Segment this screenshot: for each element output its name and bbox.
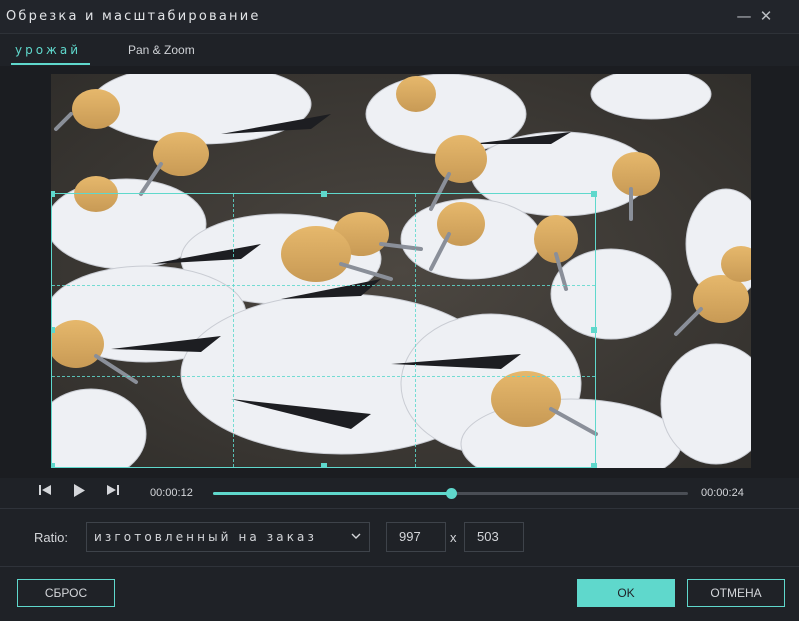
tab-crop[interactable]: урожай: [15, 43, 81, 57]
next-frame-icon[interactable]: [104, 484, 122, 502]
ratio-label: Ratio:: [34, 530, 68, 545]
crop-grid-line: [52, 376, 595, 377]
cancel-button[interactable]: ОТМЕНА: [687, 579, 785, 607]
playback-bar: 00:00:12 00:00:24: [0, 478, 799, 508]
crop-handle-left[interactable]: [51, 327, 55, 333]
prev-frame-icon[interactable]: [36, 484, 54, 502]
crop-handle-right[interactable]: [591, 327, 597, 333]
crop-height-input[interactable]: 503: [464, 522, 524, 552]
reset-button[interactable]: СБРОС: [17, 579, 115, 607]
crop-handle-top[interactable]: [321, 191, 327, 197]
timeline-playhead[interactable]: [445, 488, 457, 499]
ratio-selected-value: изготовленный на заказ: [94, 530, 317, 544]
ok-button[interactable]: OK: [577, 579, 675, 607]
dimension-separator: x: [450, 530, 457, 545]
active-tab-indicator: [11, 63, 90, 65]
ratio-dropdown[interactable]: изготовленный на заказ: [86, 522, 370, 552]
minimize-icon[interactable]: —: [734, 6, 754, 26]
play-icon[interactable]: [70, 484, 88, 502]
crop-grid-line: [415, 194, 416, 467]
timeline-progress: [213, 492, 451, 495]
close-icon[interactable]: ✕: [756, 6, 776, 26]
current-time: 00:00:12: [150, 487, 193, 499]
dialog-footer: [0, 567, 799, 621]
crop-grid-line: [233, 194, 234, 467]
crop-handle-top-left[interactable]: [51, 191, 55, 197]
crop-handle-bottom[interactable]: [321, 463, 327, 468]
crop-handle-top-right[interactable]: [591, 191, 597, 197]
timeline-track[interactable]: [213, 488, 688, 499]
chevron-down-icon: [351, 533, 361, 539]
divider: [0, 508, 799, 509]
tab-pan-zoom[interactable]: Pan & Zoom: [128, 43, 195, 57]
crop-handle-bottom-left[interactable]: [51, 463, 55, 468]
window-title: Обрезка и масштабирование: [6, 9, 261, 24]
title-bar: Обрезка и масштабирование — ✕: [0, 0, 799, 34]
video-preview: [51, 74, 751, 468]
crop-handle-bottom-right[interactable]: [591, 463, 597, 468]
total-time: 00:00:24: [701, 487, 744, 499]
crop-selection-box[interactable]: [51, 191, 597, 468]
crop-grid-line: [52, 285, 595, 286]
tab-bar: урожай Pan & Zoom: [0, 35, 799, 66]
crop-width-input[interactable]: 997: [386, 522, 446, 552]
